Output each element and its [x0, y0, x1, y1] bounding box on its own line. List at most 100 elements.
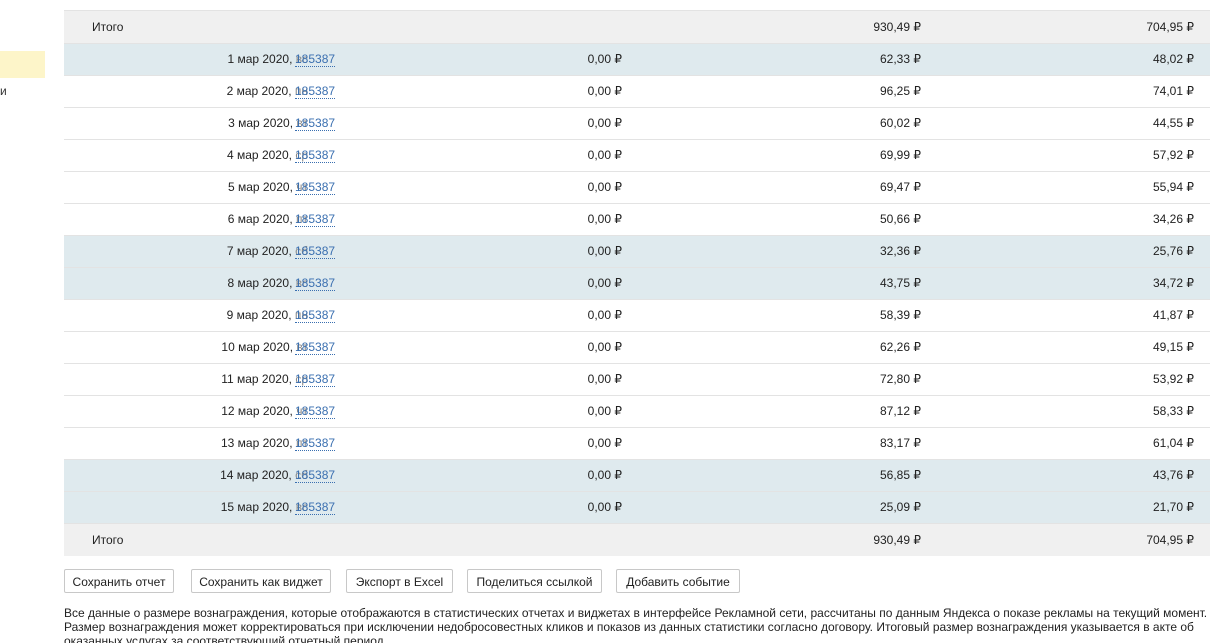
value-1: 0,00 ₽: [587, 340, 622, 354]
value-1: 0,00 ₽: [587, 116, 622, 130]
block-id-link[interactable]: 185387: [295, 501, 336, 515]
value-3: 57,92 ₽: [1153, 148, 1194, 162]
value-2: 69,99 ₽: [880, 148, 921, 162]
table-row: 13 мар 2020, пт 185387 0,00 ₽83,17 ₽61,04 …: [64, 428, 1210, 460]
value-1: 0,00 ₽: [587, 308, 622, 322]
value-1: 0,00 ₽: [587, 468, 622, 482]
value-3: 25,76 ₽: [1153, 244, 1194, 258]
total-label: Итого: [92, 20, 124, 34]
table-body: 1 мар 2020, вс 185387 0,00 ₽62,33 ₽48,02 ₽…: [64, 44, 1210, 524]
table-row: 12 мар 2020, чт 185387 0,00 ₽87,12 ₽58,33 …: [64, 396, 1210, 428]
value-2: 50,66 ₽: [880, 212, 921, 226]
value-2: 62,33 ₽: [880, 52, 921, 66]
table-row: 11 мар 2020, ср 185387 0,00 ₽72,80 ₽53,92 …: [64, 364, 1210, 396]
table-total-row-bottom: Итого 930,49 ₽ 704,95 ₽: [64, 524, 1210, 556]
value-3: 34,26 ₽: [1153, 212, 1194, 226]
block-id-link[interactable]: 185387: [295, 149, 336, 163]
block-id-link[interactable]: 185387: [295, 245, 336, 259]
value-3: 41,87 ₽: [1153, 308, 1194, 322]
add-event-button[interactable]: Добавить событие: [616, 569, 740, 593]
value-3: 48,02 ₽: [1153, 52, 1194, 66]
block-id-link[interactable]: 185387: [295, 213, 336, 227]
table-row: 15 мар 2020, вс 185387 0,00 ₽25,09 ₽21,70 …: [64, 492, 1210, 524]
value-2: 60,02 ₽: [880, 116, 921, 130]
value-1: 0,00 ₽: [587, 500, 622, 514]
value-2: 87,12 ₽: [880, 404, 921, 418]
value-3: 43,76 ₽: [1153, 468, 1194, 482]
block-id-link[interactable]: 185387: [295, 309, 336, 323]
block-id-link[interactable]: 185387: [295, 117, 336, 131]
sidebar-fragment-text: и: [0, 84, 7, 98]
value-2: 56,85 ₽: [880, 468, 921, 482]
date-text: 2 мар 2020,: [226, 84, 292, 98]
date-text: 4 мар 2020,: [227, 148, 292, 162]
share-link-button[interactable]: Поделиться ссылкой: [467, 569, 602, 593]
block-id-link[interactable]: 185387: [295, 437, 336, 451]
block-id-link[interactable]: 185387: [295, 373, 336, 387]
value-1: 0,00 ₽: [587, 84, 622, 98]
table-row: 3 мар 2020, вт 185387 0,00 ₽60,02 ₽44,55 ₽: [64, 108, 1210, 140]
value-2: 62,26 ₽: [880, 340, 921, 354]
date-text: 6 мар 2020,: [227, 212, 293, 226]
date-text: 9 мар 2020,: [226, 308, 292, 322]
value-3: 44,55 ₽: [1153, 116, 1194, 130]
value-1: 0,00 ₽: [587, 372, 622, 386]
total-label: Итого: [92, 533, 124, 547]
value-3: 53,92 ₽: [1153, 372, 1194, 386]
value-3: 74,01 ₽: [1153, 84, 1194, 98]
block-id-link[interactable]: 185387: [295, 181, 336, 195]
value-1: 0,00 ₽: [587, 244, 622, 258]
table-row: 7 мар 2020, сб 185387 0,00 ₽32,36 ₽25,76 ₽: [64, 236, 1210, 268]
date-text: 1 мар 2020,: [227, 52, 293, 66]
block-id-link[interactable]: 185387: [295, 277, 336, 291]
value-1: 0,00 ₽: [587, 148, 622, 162]
total-value-2: 930,49 ₽: [873, 533, 921, 547]
block-id-link[interactable]: 185387: [295, 85, 336, 99]
block-id-link[interactable]: 185387: [295, 53, 336, 67]
date-text: 10 мар 2020,: [221, 340, 294, 354]
value-2: 32,36 ₽: [880, 244, 921, 258]
save-report-button[interactable]: Сохранить отчет: [64, 569, 174, 593]
value-1: 0,00 ₽: [587, 212, 622, 226]
date-text: 7 мар 2020,: [226, 244, 292, 258]
stats-table: Итого 930,49 ₽ 704,95 ₽ 1 мар 2020, вс 18…: [64, 0, 1210, 556]
value-3: 21,70 ₽: [1153, 500, 1194, 514]
total-value-3: 704,95 ₽: [1146, 20, 1194, 34]
value-1: 0,00 ₽: [587, 404, 622, 418]
sidebar-selected-item[interactable]: [0, 51, 45, 78]
value-1: 0,00 ₽: [587, 52, 622, 66]
table-row: 8 мар 2020, вс 185387 0,00 ₽43,75 ₽34,72 ₽: [64, 268, 1210, 300]
total-value-2: 930,49 ₽: [873, 20, 921, 34]
value-3: 55,94 ₽: [1153, 180, 1194, 194]
table-total-row-top: Итого 930,49 ₽ 704,95 ₽: [64, 11, 1210, 44]
export-excel-button[interactable]: Экспорт в Excel: [346, 569, 453, 593]
save-as-widget-button[interactable]: Сохранить как виджет: [191, 569, 331, 593]
block-id-link[interactable]: 185387: [295, 469, 336, 483]
date-text: 3 мар 2020,: [228, 116, 294, 130]
value-3: 58,33 ₽: [1153, 404, 1194, 418]
value-1: 0,00 ₽: [587, 436, 622, 450]
table-row: 6 мар 2020, пт 185387 0,00 ₽50,66 ₽34,26 ₽: [64, 204, 1210, 236]
table-row: 1 мар 2020, вс 185387 0,00 ₽62,33 ₽48,02 ₽: [64, 44, 1210, 76]
left-sidebar-fragment: и: [0, 0, 46, 643]
value-2: 43,75 ₽: [880, 276, 921, 290]
value-1: 0,00 ₽: [587, 180, 622, 194]
date-text: 5 мар 2020,: [227, 180, 293, 194]
date-text: 14 мар 2020,: [220, 468, 292, 482]
total-value-3: 704,95 ₽: [1146, 533, 1194, 547]
table-row: 10 мар 2020, вт 185387 0,00 ₽62,26 ₽49,15 …: [64, 332, 1210, 364]
date-text: 11 мар 2020,: [221, 372, 292, 386]
value-2: 83,17 ₽: [880, 436, 921, 450]
date-text: 13 мар 2020,: [221, 436, 293, 450]
value-2: 72,80 ₽: [880, 372, 921, 386]
table-row: 4 мар 2020, ср 185387 0,00 ₽69,99 ₽57,92 ₽: [64, 140, 1210, 172]
block-id-link[interactable]: 185387: [295, 341, 336, 355]
value-2: 69,47 ₽: [880, 180, 921, 194]
block-id-link[interactable]: 185387: [295, 405, 336, 419]
value-3: 49,15 ₽: [1153, 340, 1194, 354]
disclaimer-text: Все данные о размере вознаграждения, кот…: [64, 606, 1208, 643]
table-row: 14 мар 2020, сб 185387 0,00 ₽56,85 ₽43,76 …: [64, 460, 1210, 492]
value-2: 96,25 ₽: [880, 84, 921, 98]
value-3: 34,72 ₽: [1153, 276, 1194, 290]
value-3: 61,04 ₽: [1153, 436, 1194, 450]
